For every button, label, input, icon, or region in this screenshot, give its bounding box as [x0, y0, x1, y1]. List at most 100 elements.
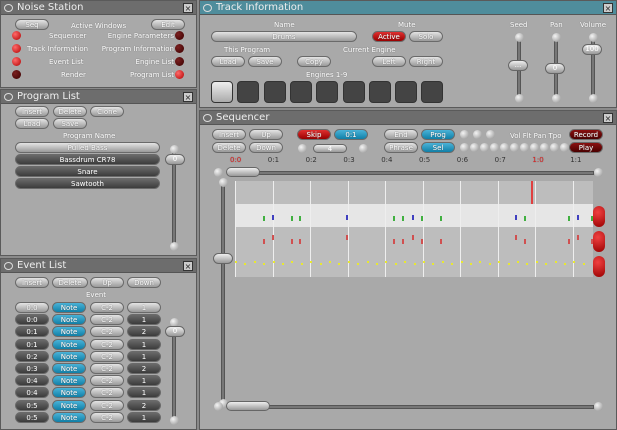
vscroll-up-knob[interactable] [219, 178, 228, 187]
event-mark[interactable] [299, 239, 301, 244]
window-toggle-led[interactable] [175, 57, 184, 66]
event-mark[interactable] [310, 261, 313, 263]
engine-slot-1[interactable] [211, 81, 233, 103]
event-mark[interactable] [577, 215, 579, 220]
left-button[interactable]: Left [372, 56, 406, 67]
phrase-button[interactable]: Phrase [384, 142, 418, 153]
event-cell[interactable]: 0:0 [15, 314, 49, 326]
event-mark[interactable] [376, 263, 378, 265]
event-mark[interactable] [300, 263, 303, 265]
engine-slot-3[interactable] [263, 81, 286, 103]
event-mark[interactable] [524, 239, 526, 244]
event-mark[interactable] [263, 263, 266, 265]
hscroll-right-knob[interactable] [594, 168, 603, 177]
engine-slot-6[interactable] [342, 81, 365, 103]
window-toggle-led[interactable] [12, 57, 21, 66]
track-mute-button[interactable] [593, 256, 605, 277]
volume-thumb[interactable]: 100 [582, 44, 602, 55]
event-mark[interactable] [263, 216, 265, 221]
hscroll-left-knob[interactable] [214, 402, 223, 411]
seed-down-knob[interactable] [515, 94, 524, 103]
event-cell[interactable]: 0:5 [15, 411, 49, 423]
event-mark[interactable] [385, 261, 388, 263]
event-cell[interactable]: Note [52, 338, 86, 350]
event-cell[interactable]: C-2 [90, 375, 124, 387]
insert-button[interactable]: Insert [15, 106, 49, 117]
event-mark[interactable] [346, 235, 348, 240]
column-toggle-knob[interactable] [490, 143, 499, 152]
window-toggle-led[interactable] [175, 44, 184, 53]
window-toggle-led[interactable] [175, 31, 184, 40]
column-toggle-knob[interactable] [470, 143, 479, 152]
insert-button[interactable]: Insert [212, 129, 246, 140]
track-mute-button[interactable] [593, 206, 605, 227]
event-cell[interactable]: C-2 [90, 399, 124, 411]
event-mark[interactable] [440, 239, 442, 244]
delete-button[interactable]: Delete [53, 106, 87, 117]
event-mark[interactable] [545, 263, 548, 265]
event-cell[interactable]: C-2 [90, 302, 124, 313]
event-cell[interactable]: Note [52, 387, 86, 399]
hscroll-thumb[interactable] [226, 167, 260, 177]
up-button[interactable]: Up [249, 129, 283, 140]
engine-slot-9[interactable] [421, 81, 444, 103]
event-mark[interactable] [263, 239, 265, 244]
event-mark[interactable] [412, 215, 414, 220]
event-mark[interactable] [319, 263, 322, 265]
event-mark[interactable] [498, 261, 501, 263]
volume-down-knob[interactable] [589, 94, 598, 103]
quant-slider[interactable]: 4 [313, 144, 347, 153]
horizontal-scrollbar-top[interactable] [236, 171, 594, 175]
event-cell[interactable]: 0:4 [15, 375, 49, 387]
step-button[interactable]: 0:1 [334, 129, 368, 140]
seq-button[interactable]: Seq [15, 19, 49, 30]
close-icon[interactable]: × [183, 3, 193, 13]
event-cell[interactable]: C-2 [90, 326, 124, 338]
event-mark[interactable] [393, 239, 395, 244]
event-mark[interactable] [282, 263, 284, 265]
event-mark[interactable] [346, 215, 348, 220]
event-mark[interactable] [470, 263, 472, 265]
event-cell[interactable]: C-2 [90, 411, 124, 423]
prog-button[interactable]: Prog [421, 129, 455, 140]
event-cell[interactable]: 1 [127, 411, 161, 423]
event-mark[interactable] [568, 216, 570, 221]
scroll-up-knob[interactable] [170, 145, 179, 154]
event-mark[interactable] [515, 215, 517, 220]
event-mark[interactable] [421, 216, 423, 221]
event-mark[interactable] [253, 261, 256, 263]
event-mark[interactable] [554, 261, 557, 263]
event-mark[interactable] [524, 216, 526, 221]
vscroll-thumb[interactable] [213, 253, 233, 264]
event-cell[interactable]: 0:1 [15, 338, 49, 350]
column-toggle-knob[interactable] [510, 143, 519, 152]
down-button[interactable]: Down [249, 142, 283, 153]
hscroll-thumb[interactable] [226, 401, 270, 411]
sequencer-grid[interactable] [235, 181, 593, 277]
event-cell[interactable]: Note [52, 363, 86, 374]
down-button[interactable]: Down [127, 277, 161, 288]
selected-track-row[interactable] [235, 204, 593, 227]
vertical-scrollbar[interactable] [221, 183, 225, 401]
event-mark[interactable] [421, 239, 423, 244]
event-mark[interactable] [272, 235, 274, 240]
window-toggle-led[interactable] [12, 70, 21, 79]
event-cell[interactable]: 0:5 [15, 399, 49, 411]
pan-up-knob[interactable] [552, 33, 561, 42]
scroll-thumb[interactable]: 0 [165, 326, 185, 337]
column-toggle-knob[interactable] [473, 130, 482, 139]
program-list-item[interactable]: Bassdrum CR78 [15, 154, 160, 165]
event-mark[interactable] [432, 263, 435, 265]
quant-left-knob[interactable] [298, 144, 307, 153]
column-toggle-knob[interactable] [540, 143, 549, 152]
close-icon[interactable]: × [603, 113, 613, 123]
event-mark[interactable] [573, 261, 576, 263]
window-toggle-led[interactable] [12, 31, 21, 40]
solo-button[interactable]: Solo [409, 31, 443, 42]
event-mark[interactable] [393, 216, 395, 221]
hscroll-left-knob[interactable] [214, 168, 223, 177]
engine-slot-5[interactable] [316, 81, 339, 103]
event-mark[interactable] [244, 263, 247, 265]
column-toggle-knob[interactable] [460, 143, 469, 152]
event-mark[interactable] [402, 216, 404, 221]
